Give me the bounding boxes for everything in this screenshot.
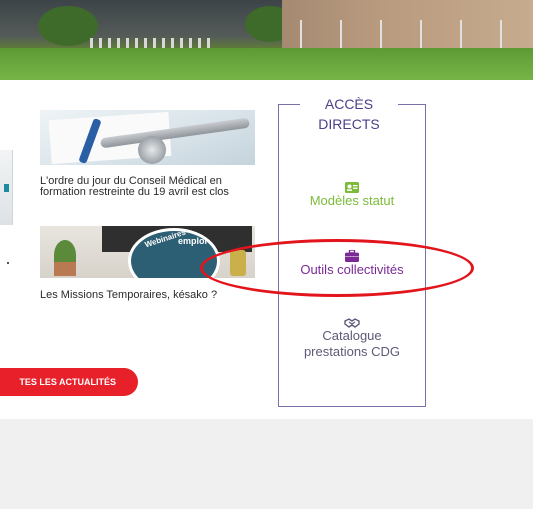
news-thumbnail-stethoscope[interactable] (40, 110, 255, 165)
footer-band (0, 419, 533, 509)
lawn-shape (0, 48, 533, 80)
fence-shape (90, 38, 210, 48)
id-card-icon (345, 182, 359, 193)
hero-banner-image (0, 0, 533, 80)
pole-shape (300, 20, 302, 48)
all-news-button[interactable]: TES LES ACTUALITÉS (0, 368, 138, 396)
news-caption-missions-temporaires[interactable]: Les Missions Temporaires, késako ? (40, 290, 270, 301)
pole-shape (460, 20, 462, 48)
stethoscope-icon (138, 136, 166, 164)
access-panel-title: ACCÈS DIRECTS (300, 94, 398, 134)
access-item-label: Modèles statut (309, 193, 395, 208)
pole-shape (380, 20, 382, 48)
building-shape (282, 0, 533, 52)
pole-shape (500, 20, 502, 48)
thumbnail-mark (4, 184, 9, 192)
news-caption-conseil-medical[interactable]: L'ordre du jour du Conseil Médical en fo… (40, 176, 255, 198)
access-item-catalogue-prestations[interactable]: Catalogue prestations CDG (279, 318, 425, 360)
tree-shape (38, 6, 98, 46)
pole-shape (340, 20, 342, 48)
red-highlight-ellipse (200, 239, 474, 297)
handshake-icon (344, 318, 360, 328)
previous-news-thumbnail-edge[interactable] (0, 150, 13, 225)
carousel-dot (7, 262, 9, 264)
pole-shape (420, 20, 422, 48)
access-item-modeles-statut[interactable]: Modèles statut (279, 182, 425, 209)
